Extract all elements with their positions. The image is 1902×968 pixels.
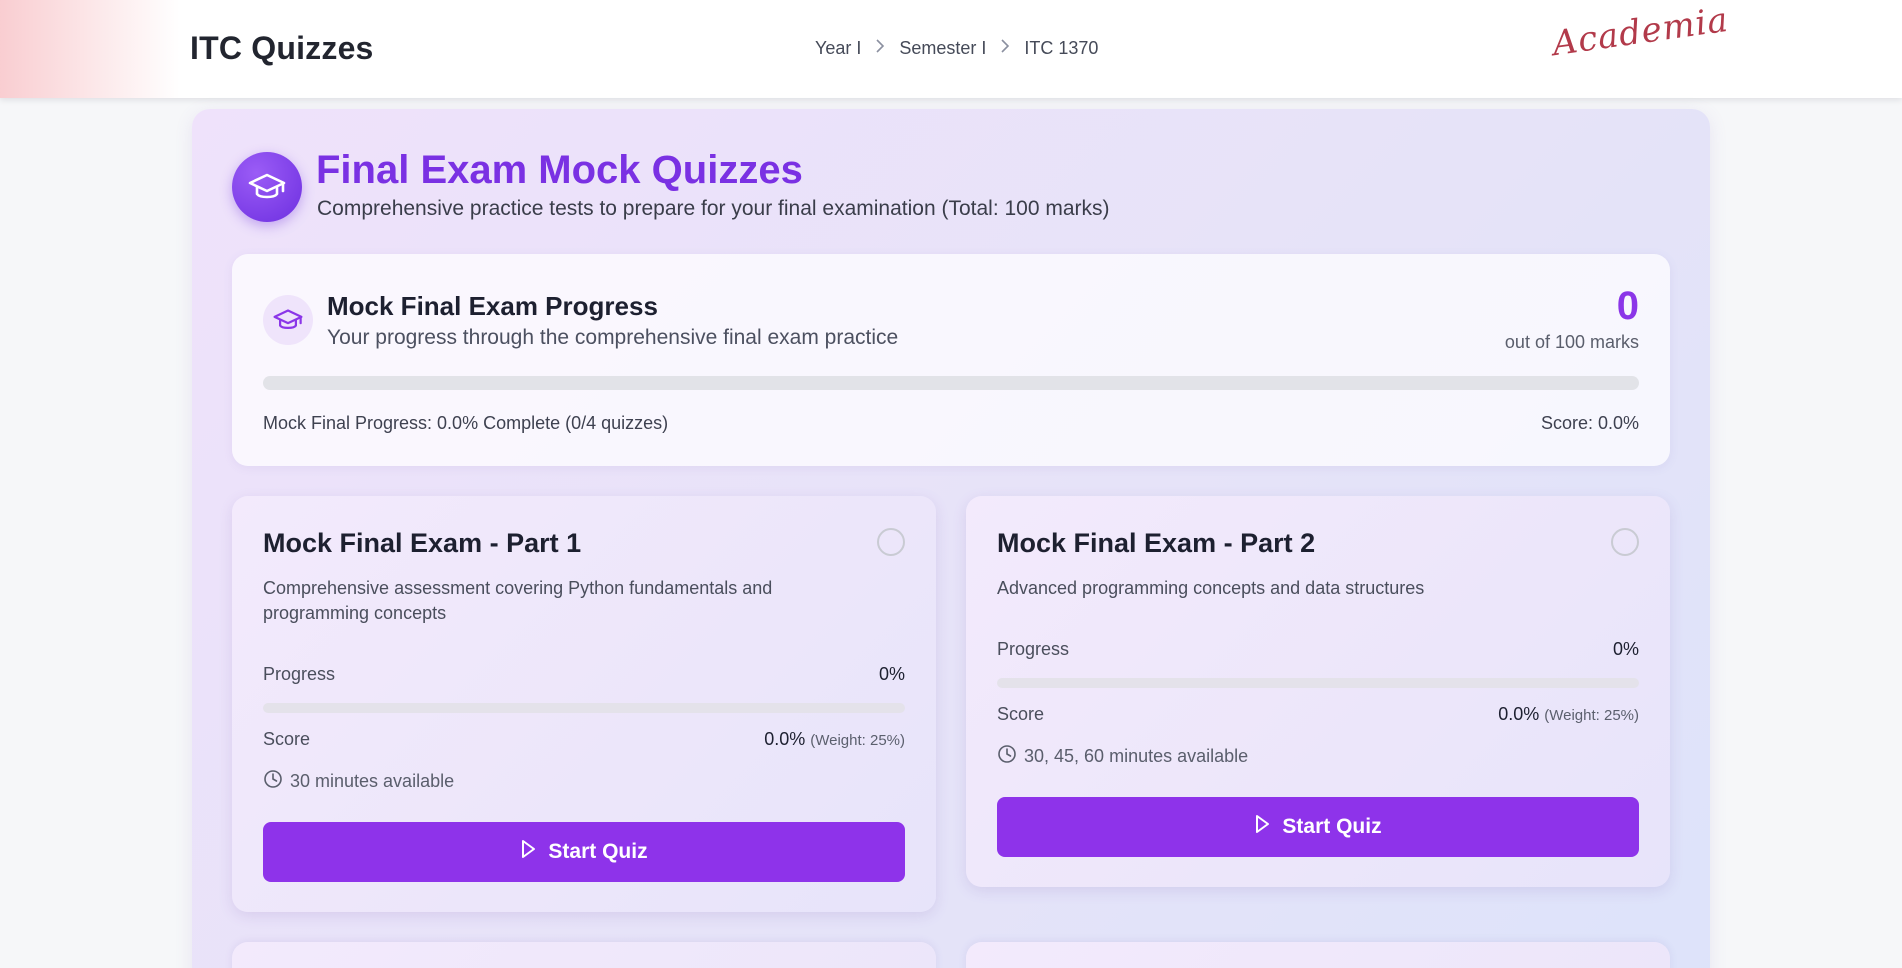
progress-card-subtitle: Your progress through the comprehensive … [327,326,899,349]
page-title: Final Exam Mock Quizzes [316,148,803,192]
progress-card-title: Mock Final Exam Progress [327,291,658,321]
quiz-progress-bar [263,703,905,713]
quiz-score-value: 0.0% [1498,704,1540,724]
graduation-cap-icon [232,152,302,222]
start-quiz-button[interactable]: Start Quiz [263,822,905,882]
quiz-score-row: Score 0.0% (Weight: 25%) [263,729,905,750]
quiz-time-text: 30, 45, 60 minutes available [1024,746,1249,766]
quiz-progress-value: 0% [1612,639,1639,659]
quiz-score-label: Score [997,704,1045,724]
quiz-description: Comprehensive assessment covering Python… [263,578,773,623]
header-tint [0,0,180,98]
quiz-progress-label: Progress [997,639,1070,659]
quiz-title: Mock Final Exam - Part 2 [997,528,1316,558]
total-score-value: 0 [1616,284,1639,328]
play-icon [1254,814,1270,840]
quiz-progress-row: Progress 0% [263,664,905,685]
quiz-weight: (Weight: 25%) [1544,707,1639,724]
brand-logo[interactable]: Academia [1550,0,1731,64]
chevron-right-icon [875,39,885,58]
quiz-description: Advanced programming concepts and data s… [997,578,1425,598]
quiz-card-partial[interactable] [966,942,1670,968]
mock-final-progress-card [232,254,1670,466]
quiz-score-label: Score [263,729,311,749]
overall-progress-bar [263,376,1639,390]
total-score-caption: out of 100 marks [1504,332,1639,352]
breadcrumb-item-year[interactable]: Year I [815,38,861,59]
start-quiz-label: Start Quiz [548,840,648,863]
page-subtitle: Comprehensive practice tests to prepare … [317,197,1110,220]
quiz-score-group: 0.0% (Weight: 25%) [1498,704,1639,725]
quiz-score-value: 0.0% [764,729,806,749]
quiz-score-row: Score 0.0% (Weight: 25%) [997,704,1639,725]
breadcrumb-item-course: ITC 1370 [1024,38,1099,58]
graduation-cap-icon [263,295,313,345]
overall-score-text: Score: 0.0% [1540,413,1639,433]
top-header: ITC Quizzes Year I Semester I ITC 1370 A… [0,0,1902,98]
chevron-right-icon [1000,39,1010,58]
quiz-time-text: 30 minutes available [290,771,455,791]
quiz-card: Mock Final Exam - Part 2 Advanced progra… [966,496,1670,887]
quiz-time-row: 30, 45, 60 minutes available [997,744,1248,769]
quiz-progress-value: 0% [878,664,905,684]
clock-icon [263,769,283,794]
quiz-score-group: 0.0% (Weight: 25%) [764,729,905,750]
play-icon [520,839,536,865]
quiz-card-partial[interactable] [232,942,936,968]
quiz-progress-row: Progress 0% [997,639,1639,660]
site-title[interactable]: ITC Quizzes [190,30,374,67]
start-quiz-button[interactable]: Start Quiz [997,797,1639,857]
quiz-completion-radio[interactable] [1611,528,1639,556]
start-quiz-label: Start Quiz [1282,815,1382,838]
overall-progress-text: Mock Final Progress: 0.0% Complete (0/4 … [263,413,669,433]
quiz-progress-bar [997,678,1639,688]
quiz-time-row: 30 minutes available [263,769,454,794]
quiz-weight: (Weight: 25%) [810,732,905,749]
quiz-progress-label: Progress [263,664,336,684]
clock-icon [997,744,1017,769]
quiz-card: Mock Final Exam - Part 1 Comprehensive a… [232,496,936,912]
quiz-completion-radio[interactable] [877,528,905,556]
breadcrumb-item-semester[interactable]: Semester I [899,38,986,59]
quiz-title: Mock Final Exam - Part 1 [263,528,582,558]
breadcrumb: Year I Semester I ITC 1370 [815,38,1098,59]
